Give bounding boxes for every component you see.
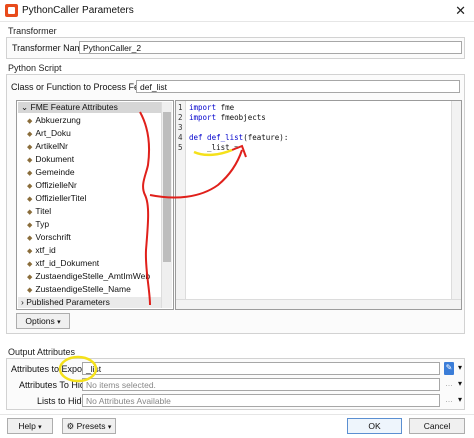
- attribute-icon: ◆: [27, 144, 33, 151]
- attribute-item[interactable]: ◆ OffizielleNr: [27, 179, 77, 192]
- attribute-item-label: ZustaendigeStelle_Name: [35, 284, 131, 294]
- attribute-item[interactable]: ◆ Abkuerzung: [27, 114, 81, 127]
- close-icon[interactable]: ✕: [455, 3, 466, 19]
- lists-dropdown-icon[interactable]: ▾: [455, 394, 465, 407]
- presets-button-label: Presets: [76, 421, 106, 431]
- attribute-item[interactable]: ◆ xtf_id: [27, 244, 56, 257]
- transformer-name-input[interactable]: PythonCaller_2: [79, 41, 462, 54]
- attribute-item[interactable]: ◆ Titel: [27, 205, 51, 218]
- attribute-icon: ◆: [27, 248, 33, 255]
- code-line-4: def def_list(feature):: [189, 133, 289, 142]
- attribute-item-label: OffizielleNr: [35, 180, 77, 190]
- help-button-label: Help: [18, 421, 36, 431]
- help-button[interactable]: Help ▾: [7, 418, 53, 434]
- attribute-item[interactable]: ◆ Art_Doku: [27, 127, 71, 140]
- line-number: 4: [178, 133, 183, 142]
- line-number: 2: [178, 113, 183, 122]
- code-line-5: _list =: [189, 143, 239, 152]
- title-bar: PythonCaller Parameters ✕: [0, 0, 474, 22]
- dropdown-arrow-icon: ▾: [57, 319, 61, 326]
- transformer-section-label: Transformer: [8, 26, 57, 36]
- tree-footer[interactable]: › Published Parameters: [18, 297, 161, 308]
- code-line-1: import fme: [189, 103, 235, 112]
- collapse-icon[interactable]: ⌄: [21, 102, 28, 112]
- attribute-icon: ◆: [27, 157, 33, 164]
- dropdown-arrow-icon: ▾: [38, 424, 42, 431]
- attribute-icon: ◆: [27, 170, 33, 177]
- attribute-item-label: ZustaendigeStelle_AmtImWeb: [35, 271, 151, 281]
- footer-separator: [0, 414, 474, 415]
- cancel-button[interactable]: Cancel: [409, 418, 465, 434]
- code-horizontal-scrollbar[interactable]: [176, 299, 461, 309]
- attribute-icon: ◆: [27, 209, 33, 216]
- attribute-icon: ◆: [27, 222, 33, 229]
- attribute-item[interactable]: ◆ ZustaendigeStelle_AmtImWeb: [27, 270, 150, 283]
- lists-ellipsis-icon[interactable]: …: [444, 394, 454, 407]
- tree-scrollbar[interactable]: [161, 102, 172, 308]
- edit-icon[interactable]: ✎: [444, 362, 454, 375]
- code-line-2: import fmeobjects: [189, 113, 266, 122]
- fme-app-icon: [5, 4, 18, 17]
- window-title: PythonCaller Parameters: [22, 5, 134, 16]
- attribute-item-label: Gemeinde: [35, 167, 75, 177]
- attribute-item[interactable]: ◆ OffiziellerTitel: [27, 192, 86, 205]
- attribute-item-label: Art_Doku: [35, 128, 71, 138]
- attribute-item-label: xtf_id: [35, 245, 56, 255]
- published-parameters-label: Published Parameters: [26, 297, 110, 307]
- dropdown-arrow-icon: ▾: [107, 424, 112, 431]
- attribute-item-label: Abkuerzung: [35, 115, 81, 125]
- expand-icon[interactable]: ›: [21, 297, 24, 307]
- attribute-icon: ◆: [27, 274, 33, 281]
- line-number: 1: [178, 103, 183, 112]
- line-number: 3: [178, 123, 183, 132]
- expose-dropdown-icon[interactable]: ▾: [455, 362, 465, 375]
- attribute-item[interactable]: ◆ Dokument: [27, 153, 74, 166]
- attribute-item-label: ArtikelNr: [35, 141, 68, 151]
- hide-dropdown-icon[interactable]: ▾: [455, 378, 465, 391]
- attributes-to-expose-input[interactable]: _list: [82, 362, 440, 375]
- tree-header[interactable]: ⌄ FME Feature Attributes: [18, 102, 161, 113]
- gear-icon: ⚙: [66, 421, 75, 431]
- attribute-icon: ◆: [27, 183, 33, 190]
- attribute-icon: ◆: [27, 118, 33, 125]
- attribute-item-label: Vorschrift: [35, 232, 71, 242]
- options-button[interactable]: Options ▾: [16, 313, 70, 329]
- attribute-item[interactable]: ◆ Vorschrift: [27, 231, 71, 244]
- attribute-item-label: xtf_id_Dokument: [35, 258, 100, 268]
- line-number-gutter: 1 2 3 4 5: [176, 101, 186, 309]
- attribute-item[interactable]: ◆ ArtikelNr: [27, 140, 68, 153]
- attribute-icon: ◆: [27, 235, 33, 242]
- transformer-group: Transformer Name: PythonCaller_2: [6, 37, 465, 59]
- tree-scrollbar-thumb[interactable]: [163, 112, 171, 262]
- output-attributes-section-label: Output Attributes: [8, 347, 76, 357]
- line-number: 5: [178, 143, 183, 152]
- attribute-item-label: Typ: [35, 219, 50, 229]
- attribute-item[interactable]: ◆ xtf_id_Dokument: [27, 257, 99, 270]
- tree-header-label: FME Feature Attributes: [30, 102, 118, 112]
- attributes-to-hide-input[interactable]: No items selected.: [82, 378, 440, 391]
- attribute-icon: ◆: [27, 287, 33, 294]
- attribute-item[interactable]: ◆ Typ: [27, 218, 49, 231]
- attribute-item[interactable]: ◆ ZustaendigeStelle_Name: [27, 283, 131, 296]
- python-script-section-label: Python Script: [8, 63, 62, 73]
- attribute-tree[interactable]: ⌄ FME Feature Attributes ◆ Abkuerzung ◆ Art…: [16, 100, 174, 310]
- lists-to-hide-input[interactable]: No Attributes Available: [82, 394, 440, 407]
- attribute-item[interactable]: ◆ Gemeinde: [27, 166, 75, 179]
- attribute-icon: ◆: [27, 261, 33, 268]
- options-button-label: Options: [25, 316, 55, 326]
- class-function-input[interactable]: def_list: [136, 80, 460, 93]
- ellipsis-icon[interactable]: …: [444, 378, 454, 391]
- attribute-icon: ◆: [27, 131, 33, 138]
- attribute-item-label: OffiziellerTitel: [35, 193, 87, 203]
- attribute-item-label: Titel: [35, 206, 52, 216]
- code-vertical-scrollbar[interactable]: [451, 101, 461, 309]
- attribute-item-label: Dokument: [35, 154, 75, 164]
- presets-button[interactable]: ⚙ Presets ▾: [62, 418, 116, 434]
- ok-button[interactable]: OK: [347, 418, 402, 434]
- attribute-icon: ◆: [27, 196, 33, 203]
- code-editor[interactable]: 1 2 3 4 5 import fme import fmeobjects d…: [175, 100, 462, 310]
